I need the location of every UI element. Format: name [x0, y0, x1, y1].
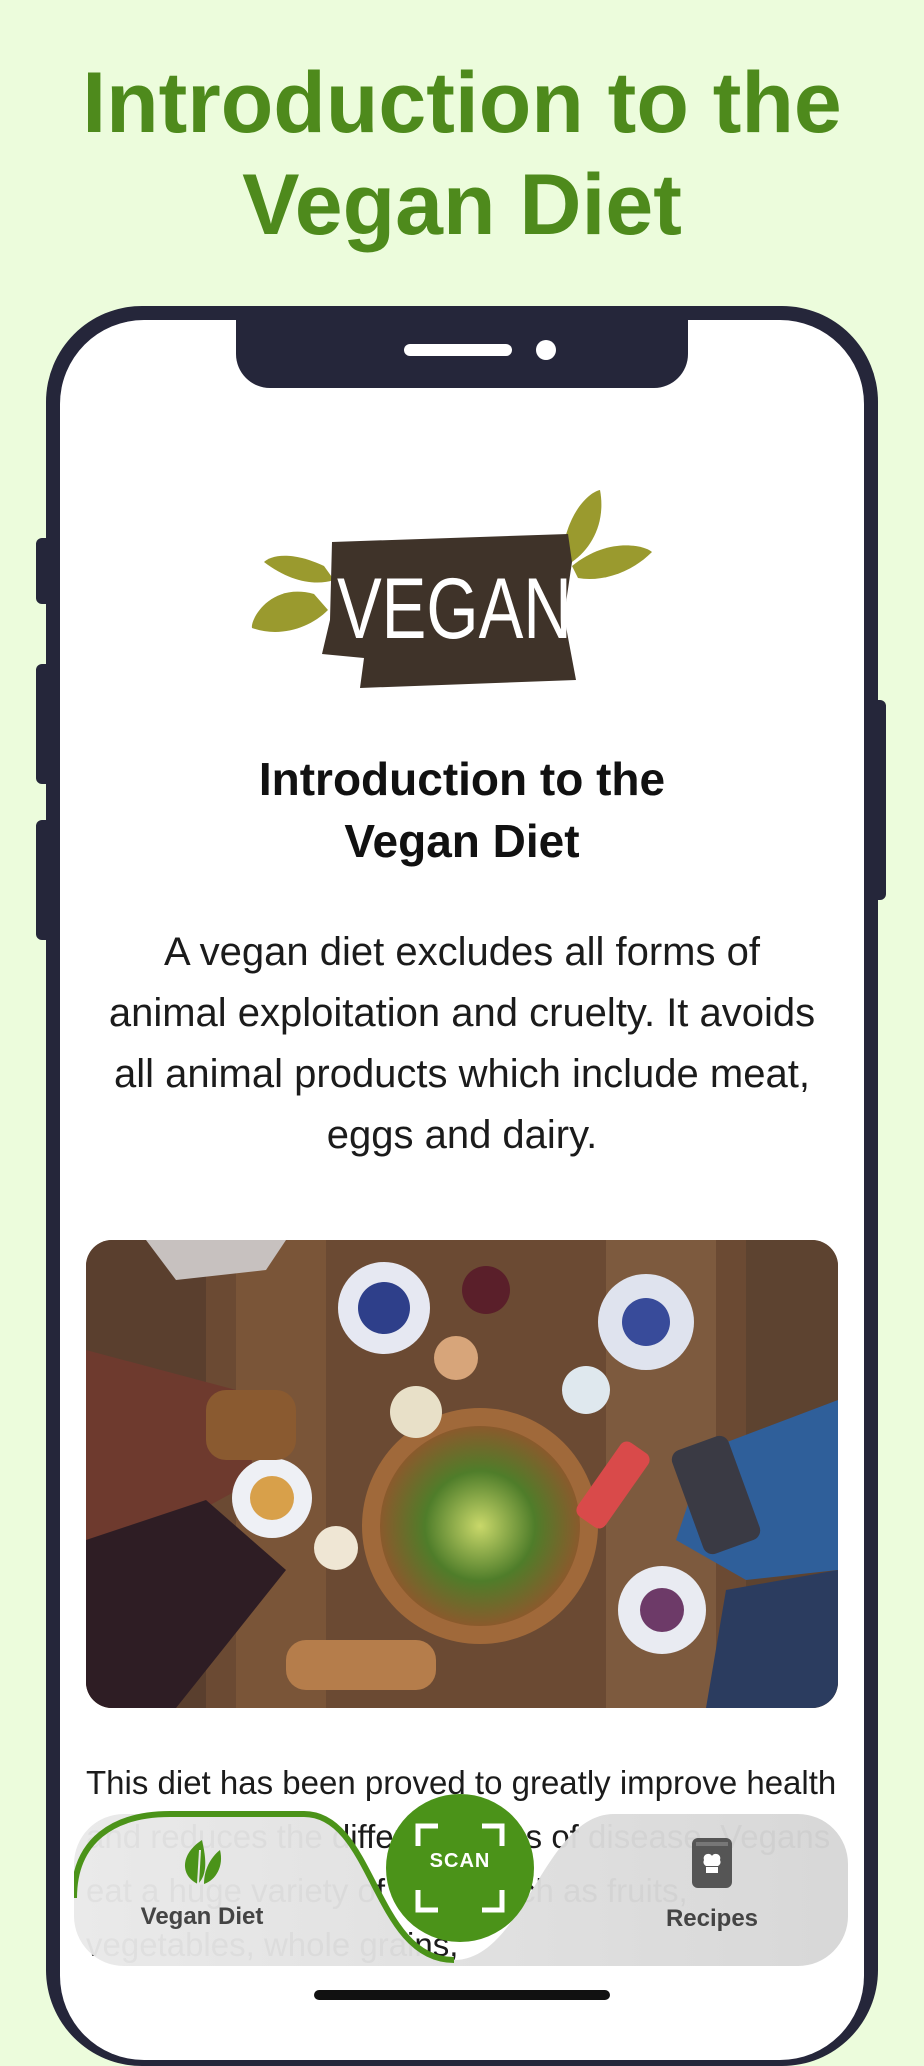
- tab-recipes-label: Recipes: [665, 1905, 759, 1932]
- tab-recipes[interactable]: Recipes: [612, 1836, 812, 1933]
- home-indicator: [314, 1990, 610, 2000]
- scan-button[interactable]: SCAN: [386, 1794, 534, 1942]
- speaker-grille: [404, 344, 512, 356]
- phone-notch: [236, 320, 688, 388]
- food-table-photo: [86, 1240, 838, 1708]
- promo-title-line1: Introduction to the: [82, 55, 842, 151]
- promo-title: Introduction to the Vegan Diet: [0, 52, 924, 256]
- scan-button-label: SCAN: [429, 1850, 491, 1872]
- screen-title-line1: Introduction to the: [258, 753, 666, 805]
- bottom-tab-bar: Vegan Diet SCAN Recipes: [74, 1794, 848, 1970]
- tab-vegan-diet-label: Vegan Diet: [140, 1903, 264, 1930]
- front-camera: [536, 340, 556, 360]
- screen-title: Introduction to the Vegan Diet: [60, 748, 864, 872]
- intro-paragraph: A vegan diet excludes all forms of anima…: [108, 930, 816, 1157]
- tab-vegan-diet[interactable]: Vegan Diet: [102, 1836, 302, 1931]
- promo-title-line2: Vegan Diet: [242, 157, 682, 253]
- vegan-logo: VEGAN: [251, 490, 652, 688]
- vegan-logo-text: VEGAN: [337, 561, 572, 657]
- recipe-book-icon: [692, 1838, 732, 1888]
- screen-title-line2: Vegan Diet: [344, 815, 580, 867]
- leaf-icon: [184, 1840, 222, 1885]
